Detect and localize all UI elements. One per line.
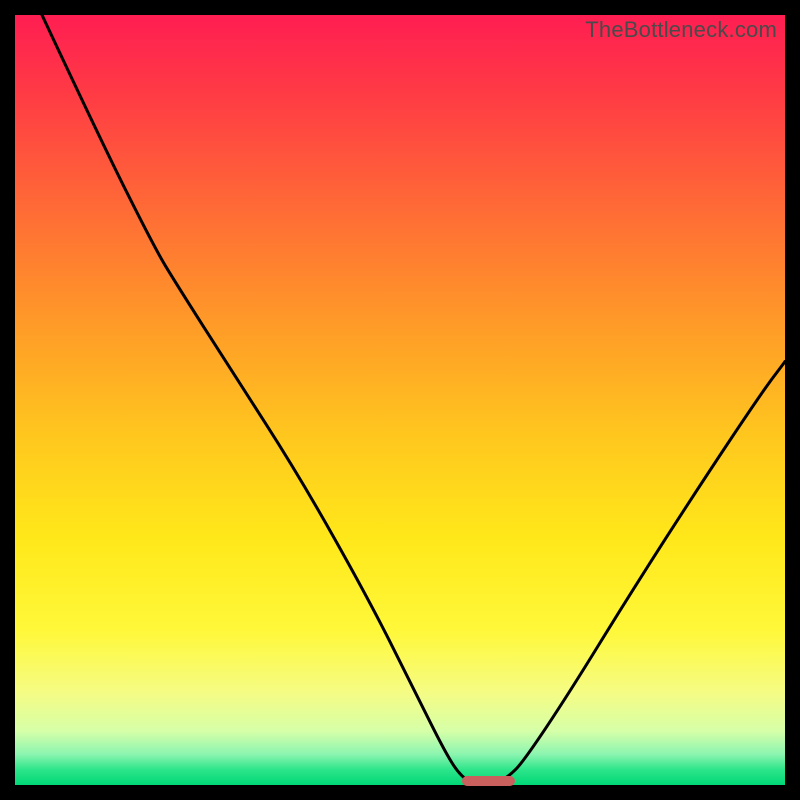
watermark-text: TheBottleneck.com (585, 17, 777, 43)
chart-plot-area: TheBottleneck.com (15, 15, 785, 785)
optimal-marker (462, 776, 516, 786)
curve-svg (15, 15, 785, 785)
chart-frame: TheBottleneck.com (0, 0, 800, 800)
bottleneck-curve (42, 15, 785, 785)
